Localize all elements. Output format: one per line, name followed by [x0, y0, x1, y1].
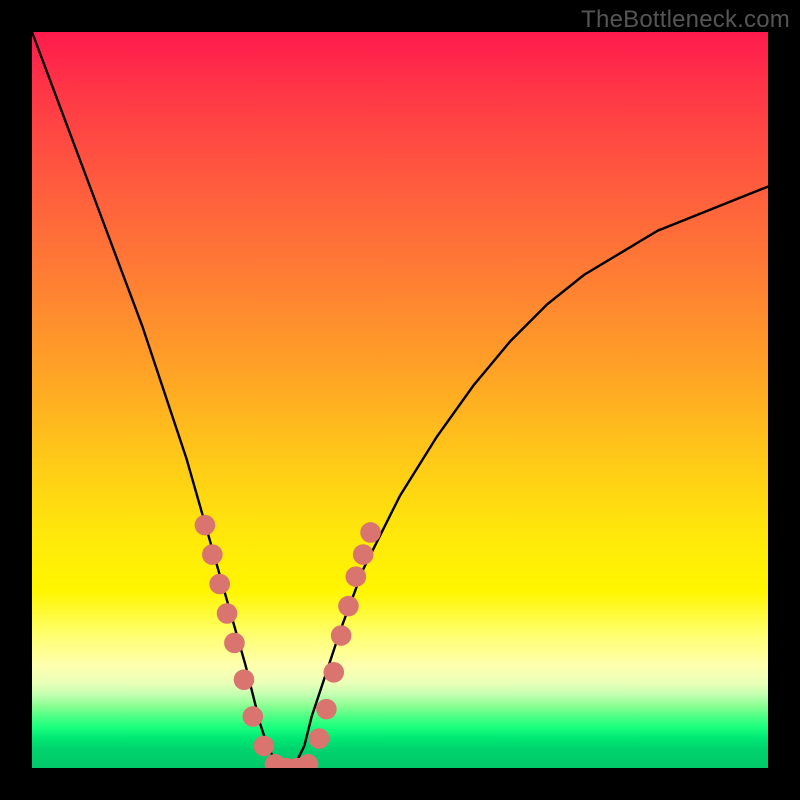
watermark-text: TheBottleneck.com: [581, 6, 790, 34]
marker-dot: [298, 754, 319, 768]
marker-dot: [331, 625, 352, 646]
marker-dot: [346, 566, 367, 587]
marker-dots: [195, 515, 381, 768]
chart-svg: [32, 32, 768, 768]
marker-dot: [360, 522, 381, 543]
marker-dot: [217, 603, 238, 624]
plot-area: [32, 32, 768, 768]
marker-dot: [195, 515, 216, 536]
marker-dot: [323, 662, 344, 683]
marker-dot: [338, 596, 359, 617]
marker-dot: [254, 736, 275, 757]
marker-dot: [316, 699, 337, 720]
marker-dot: [243, 706, 264, 727]
bottleneck-v-curve: [32, 32, 768, 768]
marker-dot: [224, 633, 245, 654]
marker-dot: [209, 574, 230, 595]
marker-dot: [309, 728, 330, 749]
marker-dot: [353, 544, 374, 565]
marker-dot: [202, 544, 223, 565]
chart-stage: TheBottleneck.com: [0, 0, 800, 800]
marker-dot: [234, 669, 255, 690]
